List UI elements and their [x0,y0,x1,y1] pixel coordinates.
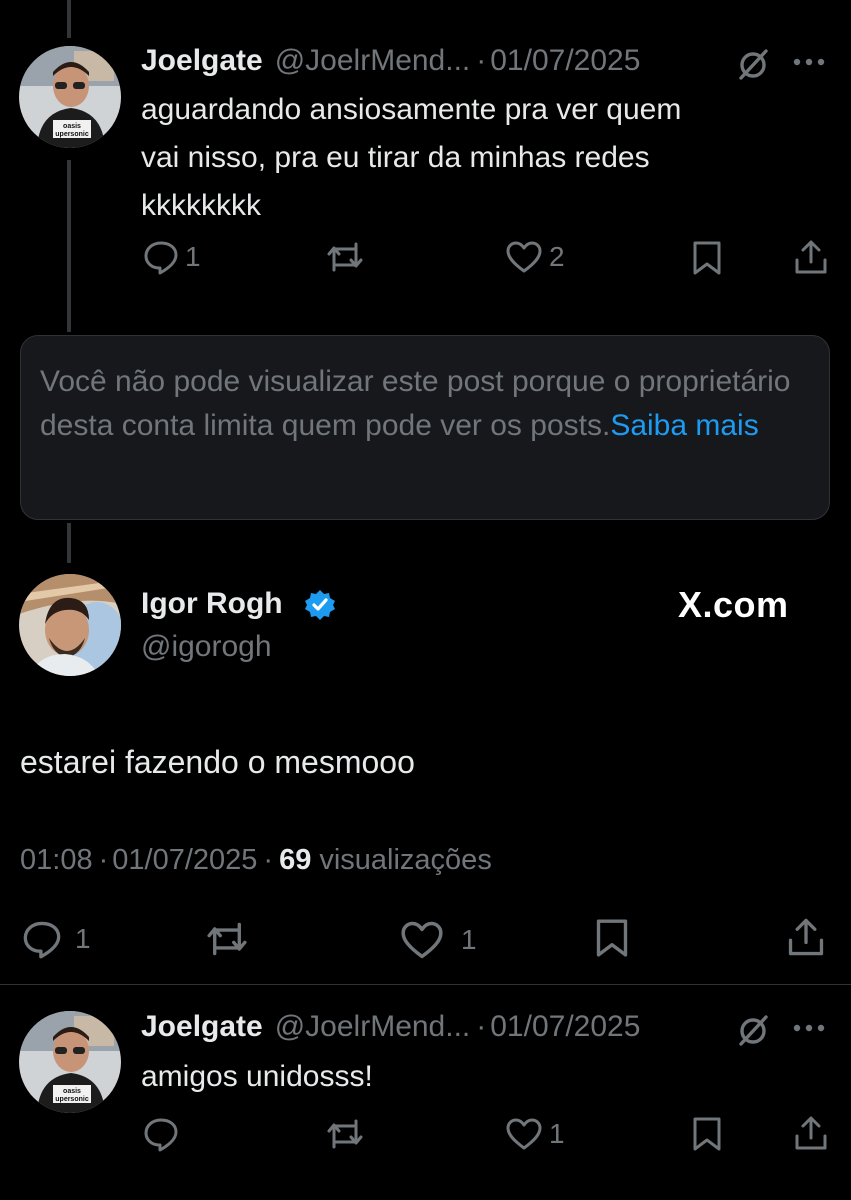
restricted-reply-icon [734,1011,772,1054]
avatar-shirt-text-2: upersonic [55,1096,89,1103]
user-handle[interactable]: @JoelrMend... [275,1010,471,1044]
post-date[interactable]: 01/07/2025 [490,44,640,78]
like-count: 2 [549,241,565,272]
avatar-igorogh[interactable] [19,574,121,676]
post-time[interactable]: 01:08 [20,844,93,877]
heart-icon [505,1117,543,1151]
reply-button[interactable] [143,1116,179,1152]
bookmark-icon [691,240,723,276]
repost-icon [205,920,249,958]
share-button[interactable] [786,916,826,958]
like-button[interactable]: 1 [399,920,477,960]
bookmark-button[interactable] [691,1116,723,1152]
separator-dot: · [98,844,109,876]
post-meta: 01:08 · 01/07/2025 · 69 visualizações [20,844,492,877]
reply-count: 1 [185,241,201,272]
separator-dot: · [263,844,274,876]
thread-line-lower [67,523,71,563]
display-name[interactable]: Igor Rogh [141,587,283,621]
like-count: 1 [461,924,477,955]
verified-badge-icon [303,588,337,627]
post-text: amigos unidosss! [141,1060,373,1093]
unavailable-post-text: Você não pode visualizar este post porqu… [40,360,810,448]
reply-icon [143,1116,179,1152]
views-label[interactable]: visualizações [319,844,491,877]
restricted-reply-icon [734,45,772,88]
avatar-shirt-text-2: upersonic [55,131,89,138]
reply-count: 1 [75,923,91,954]
user-handle[interactable]: @igorogh [141,630,272,664]
separator-dot: · [476,44,487,77]
like-count: 1 [549,1118,565,1149]
avatar-shirt-text-1: oasis [63,123,81,130]
repost-button[interactable] [326,1117,364,1151]
more-options-icon[interactable] [792,55,826,73]
user-handle[interactable]: @JoelrMend... [275,44,471,78]
learn-more-link[interactable]: Saiba mais [610,409,758,442]
share-button[interactable] [793,238,829,276]
unavailable-post-notice: Você não pode visualizar este post porqu… [20,335,830,520]
bookmark-icon [594,917,630,959]
repost-icon [326,1117,364,1151]
share-icon [786,916,826,958]
views-count[interactable]: 69 [279,844,311,877]
thread-line-top [67,0,71,38]
repost-icon [326,240,364,274]
brand-watermark: X.com [678,584,789,625]
reply-icon [143,239,179,275]
reply-button[interactable]: 1 [143,239,201,275]
post-date[interactable]: 01/07/2025 [490,1010,640,1044]
reply-icon [21,919,63,959]
thread-line-mid [67,160,71,332]
share-icon [793,238,829,276]
post-text: estarei fazendo o mesmooo [20,744,415,780]
more-options-icon[interactable] [792,1021,826,1039]
repost-button[interactable] [326,240,364,274]
bookmark-button[interactable] [691,240,723,276]
post-date[interactable]: 01/07/2025 [112,844,257,877]
post-text: aguardando ansiosamente pra ver quem vai… [141,93,682,222]
like-button[interactable]: 1 [505,1117,565,1151]
post-divider [0,984,851,985]
avatar-shirt-text-1: oasis [63,1088,81,1095]
avatar-joelgate[interactable]: oasis upersonic [19,1011,121,1113]
heart-icon [399,920,445,960]
reply-button[interactable]: 1 [21,919,91,959]
display-name[interactable]: Joelgate [141,44,263,78]
bookmark-button[interactable] [594,917,630,959]
reply-header: Joelgate @JoelrMend... · 01/07/2025 [141,1010,640,1044]
repost-button[interactable] [205,920,249,958]
share-icon [793,1114,829,1152]
separator-dot: · [476,1010,487,1043]
like-button[interactable]: 2 [505,240,565,274]
display-name[interactable]: Joelgate [141,1010,263,1044]
avatar-joelgate[interactable]: oasis upersonic [19,46,121,148]
bookmark-icon [691,1116,723,1152]
reply-header: Joelgate @JoelrMend... · 01/07/2025 [141,44,640,78]
share-button[interactable] [793,1114,829,1152]
heart-icon [505,240,543,274]
